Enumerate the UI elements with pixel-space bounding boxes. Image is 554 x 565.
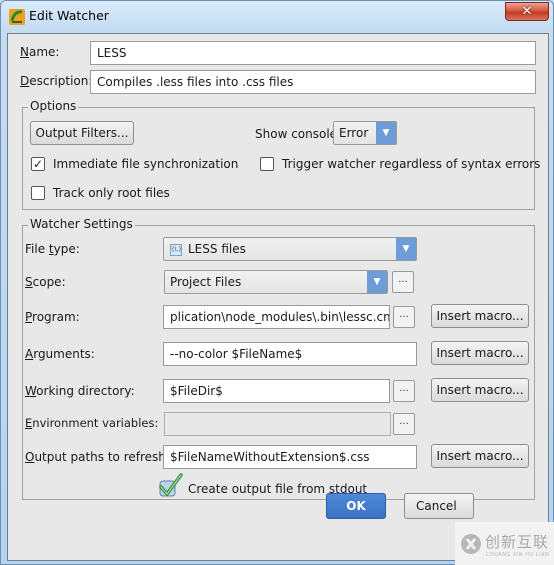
trigger-watcher-label: Trigger watcher regardless of syntax err… <box>282 157 541 171</box>
title-bar[interactable]: Edit Watcher ✕ <box>1 1 554 34</box>
output-paths-input[interactable]: $FileNameWithoutExtension$.css <box>163 445 417 469</box>
watcher-settings-group-title: Watcher Settings <box>28 217 135 231</box>
working-dir-insert-macro-button[interactable]: Insert macro... <box>431 378 529 402</box>
arguments-input[interactable]: --no-color $FileName$ <box>163 342 417 366</box>
file-type-value: LESS files <box>188 242 246 256</box>
immediate-sync-checkbox[interactable]: ✓ <box>31 157 45 171</box>
env-vars-input[interactable] <box>164 412 391 436</box>
chevron-down-icon: ▼ <box>376 122 396 144</box>
chevron-down-icon: ▼ <box>367 271 387 293</box>
description-label: Description: <box>20 74 93 88</box>
description-input[interactable]: Compiles .less files into .css files <box>90 70 536 94</box>
dialog-window: Edit Watcher ✕ Name: LESS Description: C… <box>0 0 554 565</box>
watermark-logo-icon <box>461 534 481 554</box>
insert-macro-label: Insert macro... <box>436 383 524 397</box>
program-insert-macro-button[interactable]: Insert macro... <box>431 304 529 328</box>
output-filters-button[interactable]: Output Filters... <box>30 121 134 145</box>
working-dir-input[interactable]: $FileDir$ <box>163 379 390 403</box>
ok-label: OK <box>346 499 366 513</box>
insert-macro-label: Insert macro... <box>436 449 524 463</box>
insert-macro-label: Insert macro... <box>436 346 524 360</box>
watermark: 创新互联 CHUANG XIN HU LIAN <box>455 522 554 565</box>
arguments-label: Arguments: <box>25 347 95 361</box>
cancel-button[interactable]: Cancel <box>404 493 474 519</box>
dialog-body: Name: LESS Description: Compiles .less f… <box>7 33 549 561</box>
create-output-checkbox[interactable] <box>157 473 187 499</box>
file-type-select[interactable]: {L} LESS files ▼ <box>163 237 417 261</box>
file-type-label: File type: <box>25 242 80 256</box>
options-group: Options Output Filters... Show console: … <box>22 99 540 210</box>
show-console-select[interactable]: Error ▼ <box>333 121 397 145</box>
options-group-title: Options <box>28 99 79 113</box>
watcher-settings-group: Watcher Settings File type: {L} LESS file… <box>22 217 535 500</box>
immediate-sync-label: Immediate file synchronization <box>53 157 239 171</box>
watermark-text: 创新互联 <box>485 533 550 551</box>
env-vars-label: Environment variables: <box>25 416 159 430</box>
watermark-subtext: CHUANG XIN HU LIAN <box>486 552 550 558</box>
show-console-value: Error <box>339 126 369 140</box>
trigger-watcher-checkbox[interactable] <box>260 157 274 171</box>
scope-value: Project Files <box>170 275 242 289</box>
output-filters-label: Output Filters... <box>35 126 129 140</box>
checkmark-icon: ✓ <box>32 157 44 171</box>
window-title: Edit Watcher <box>29 8 109 23</box>
program-label: Program: <box>25 310 80 324</box>
close-icon: ✕ <box>521 4 533 19</box>
scope-select[interactable]: Project Files ▼ <box>164 270 388 294</box>
track-root-label: Track only root files <box>53 186 170 200</box>
cancel-label: Cancel <box>416 499 457 513</box>
scope-label: Scope: <box>25 275 66 289</box>
working-dir-label: Working directory: <box>25 384 135 398</box>
insert-macro-label: Insert macro... <box>436 309 524 323</box>
output-paths-label: Output paths to refresh: <box>25 450 170 464</box>
env-vars-browse-button[interactable]: ... <box>393 413 415 435</box>
working-dir-browse-button[interactable]: ... <box>393 380 415 402</box>
program-browse-button[interactable]: ... <box>393 306 415 328</box>
phpstorm-icon <box>9 9 25 25</box>
name-label: Name: <box>20 45 60 59</box>
less-file-icon: {L} <box>170 243 182 256</box>
name-input[interactable]: LESS <box>90 41 536 65</box>
close-button[interactable]: ✕ <box>505 2 549 21</box>
chevron-down-icon: ▼ <box>396 238 416 260</box>
program-input[interactable]: plication\node_modules\.bin\lessc.cmd <box>163 305 390 329</box>
output-paths-insert-macro-button[interactable]: Insert macro... <box>431 444 529 468</box>
show-console-label: Show console: <box>255 127 342 141</box>
scope-browse-button[interactable]: ... <box>392 271 414 293</box>
track-root-checkbox[interactable] <box>31 186 45 200</box>
ok-button[interactable]: OK <box>326 493 386 519</box>
arguments-insert-macro-button[interactable]: Insert macro... <box>431 341 529 365</box>
